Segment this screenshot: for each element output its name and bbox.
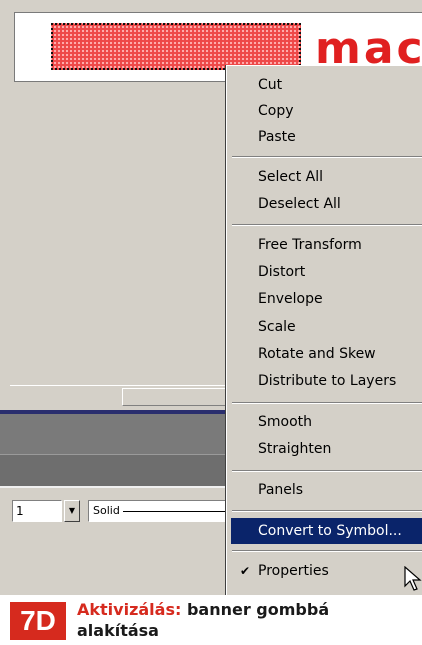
- stroke-width-field[interactable]: 1: [12, 500, 62, 522]
- menu-item-envelope[interactable]: Envelope: [231, 286, 422, 312]
- menu-item-properties[interactable]: ✔ Properties: [231, 558, 422, 584]
- menu-item-smooth[interactable]: Smooth: [231, 409, 422, 435]
- menu-item-straighten[interactable]: Straighten: [231, 436, 422, 462]
- menu-separator: [232, 550, 422, 552]
- context-menu: Cut Copy Paste Select All Deselect All F…: [226, 65, 422, 595]
- stroke-width-dropdown[interactable]: ▼: [64, 500, 80, 522]
- flash-editor: mac 1 ▼ Solid Cut Copy Paste Select All …: [0, 0, 422, 595]
- menu-item-scale[interactable]: Scale: [231, 314, 422, 340]
- stroke-style-label: Solid: [93, 504, 120, 517]
- menu-separator: [232, 470, 422, 472]
- check-icon: ✔: [240, 564, 251, 578]
- menu-item-copy[interactable]: Copy: [231, 98, 422, 124]
- menu-separator: [232, 402, 422, 404]
- menu-item-select-all[interactable]: Select All: [231, 164, 422, 190]
- menu-item-cut[interactable]: Cut: [231, 72, 422, 98]
- menu-separator: [232, 510, 422, 512]
- menu-item-convert-to-symbol[interactable]: Convert to Symbol...: [231, 518, 422, 544]
- caption-text: Aktivizálás: banner gombbá alakítása: [77, 599, 407, 641]
- menu-separator: [232, 156, 422, 158]
- step-tag: 7D: [10, 602, 66, 640]
- menu-item-panels[interactable]: Panels: [231, 477, 422, 503]
- menu-item-distribute-to-layers[interactable]: Distribute to Layers: [231, 368, 422, 394]
- mouse-pointer-icon: [404, 566, 422, 591]
- menu-item-paste[interactable]: Paste: [231, 124, 422, 150]
- menu-item-distort[interactable]: Distort: [231, 259, 422, 285]
- stroke-preview-line: [123, 511, 231, 512]
- menu-item-free-transform[interactable]: Free Transform: [231, 232, 422, 258]
- chevron-down-icon: ▼: [68, 506, 76, 515]
- selected-banner-shape[interactable]: [51, 23, 301, 70]
- menu-item-rotate-and-skew[interactable]: Rotate and Skew: [231, 341, 422, 367]
- menu-item-properties-label: Properties: [258, 563, 329, 579]
- menu-separator: [232, 224, 422, 226]
- figure-caption: 7D Aktivizálás: banner gombbá alakítása: [0, 595, 422, 645]
- caption-lead: Aktivizálás:: [77, 600, 182, 619]
- stroke-style-select[interactable]: Solid: [88, 500, 238, 522]
- menu-item-deselect-all[interactable]: Deselect All: [231, 191, 422, 217]
